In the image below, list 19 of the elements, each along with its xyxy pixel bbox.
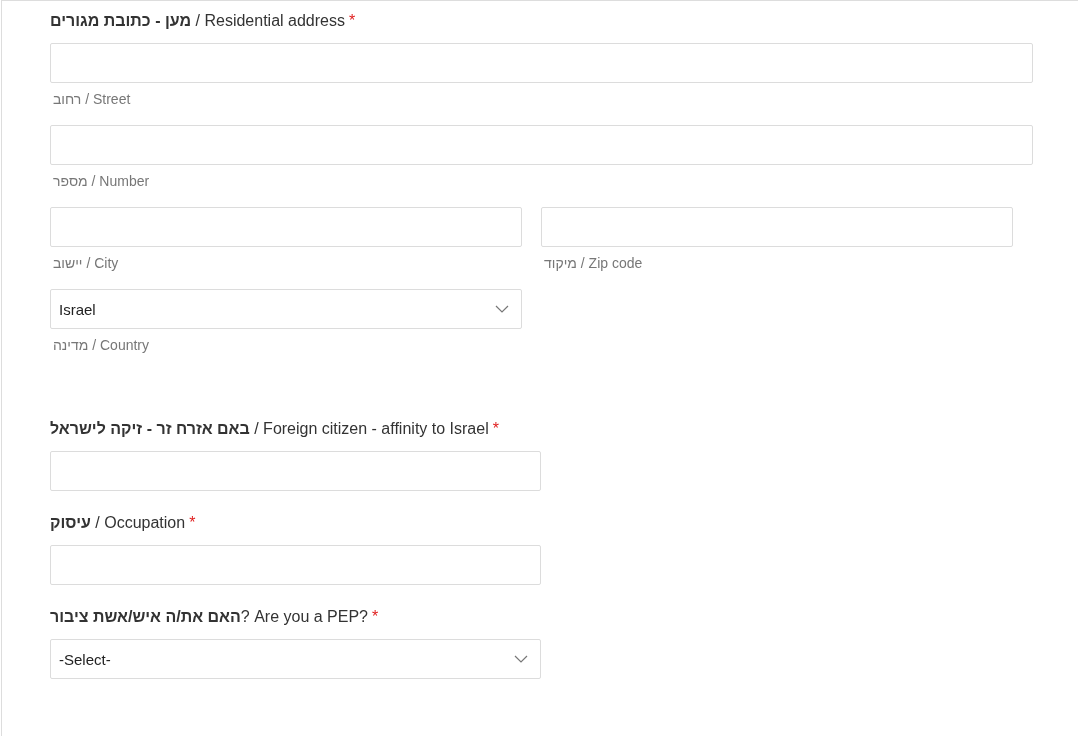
text-field[interactable]: [50, 43, 1033, 83]
text-field[interactable]: [50, 451, 541, 491]
required-mark: *: [372, 608, 379, 625]
chevron-down-icon: [495, 305, 509, 313]
required-mark: *: [492, 420, 499, 437]
required-mark: *: [189, 514, 196, 531]
field-caption: רחוב / Street: [53, 90, 131, 108]
field-caption: מדינה / Country: [53, 336, 150, 354]
text-field[interactable]: [541, 207, 1013, 247]
text-field[interactable]: [50, 545, 541, 585]
field-caption: מיקוד / Zip code: [544, 254, 643, 272]
dropdown-field[interactable]: Israel: [50, 289, 522, 329]
required-mark: *: [348, 12, 356, 29]
text-field[interactable]: [50, 207, 522, 247]
text-field[interactable]: [50, 125, 1033, 165]
field-caption: מספר / Number: [53, 172, 150, 190]
dropdown-field[interactable]: -Select-: [50, 639, 541, 679]
field-caption: יישוב / City: [53, 254, 119, 272]
chevron-down-icon: [514, 655, 528, 663]
